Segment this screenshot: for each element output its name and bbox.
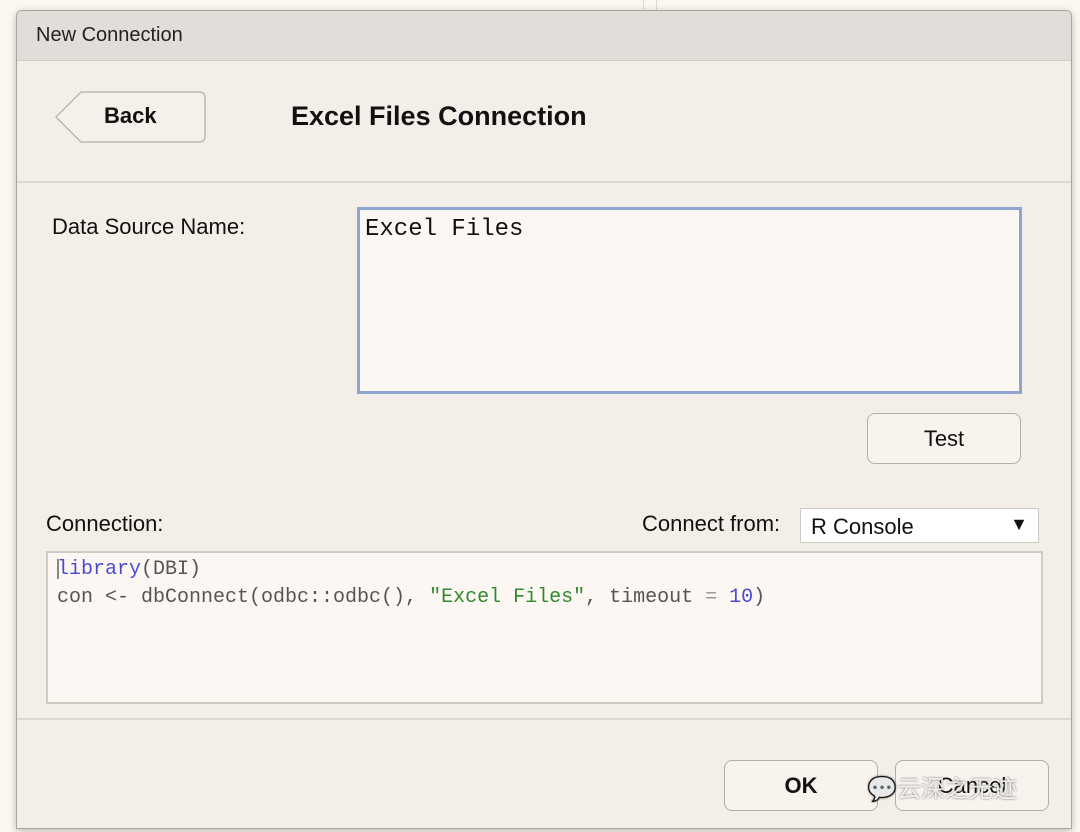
code-number: 10 bbox=[729, 586, 754, 609]
back-button[interactable]: Back bbox=[55, 91, 206, 143]
code-text: , timeout bbox=[585, 586, 706, 609]
code-text: ) bbox=[753, 586, 766, 609]
dsn-input[interactable]: Excel Files bbox=[357, 207, 1022, 394]
code-keyword: library bbox=[57, 558, 142, 581]
divider bbox=[17, 718, 1071, 720]
dialog-title: New Connection bbox=[36, 24, 183, 46]
new-connection-dialog: New Connection Back Excel Files Connecti… bbox=[16, 10, 1072, 829]
page-title: Excel Files Connection bbox=[291, 101, 587, 131]
wechat-icon: 💬 bbox=[867, 776, 897, 803]
watermark: 💬云深之无迹 bbox=[867, 769, 1017, 804]
watermark-text: 云深之无迹 bbox=[896, 776, 1017, 803]
connection-code-editor[interactable]: library(DBI) con <- dbConnect(odbc::odbc… bbox=[46, 551, 1043, 704]
code-string: "Excel Files" bbox=[429, 586, 586, 609]
connect-from-select[interactable]: R Console ▼ bbox=[800, 508, 1039, 543]
code-text: (DBI) bbox=[141, 558, 202, 581]
back-label: Back bbox=[104, 103, 157, 128]
ok-button[interactable]: OK bbox=[724, 760, 878, 811]
dropdown-arrow-icon: ▼ bbox=[1010, 514, 1028, 534]
code-operator: = bbox=[705, 586, 718, 609]
dsn-label: Data Source Name: bbox=[52, 214, 246, 239]
divider bbox=[17, 181, 1071, 183]
test-button[interactable]: Test bbox=[867, 413, 1021, 464]
connect-from-label: Connect from: bbox=[642, 511, 781, 536]
connection-label: Connection: bbox=[46, 511, 164, 536]
code-text: con <- dbConnect(odbc::odbc(), bbox=[57, 586, 430, 609]
dialog-titlebar: New Connection bbox=[17, 11, 1071, 61]
connect-from-value: R Console bbox=[811, 514, 914, 539]
